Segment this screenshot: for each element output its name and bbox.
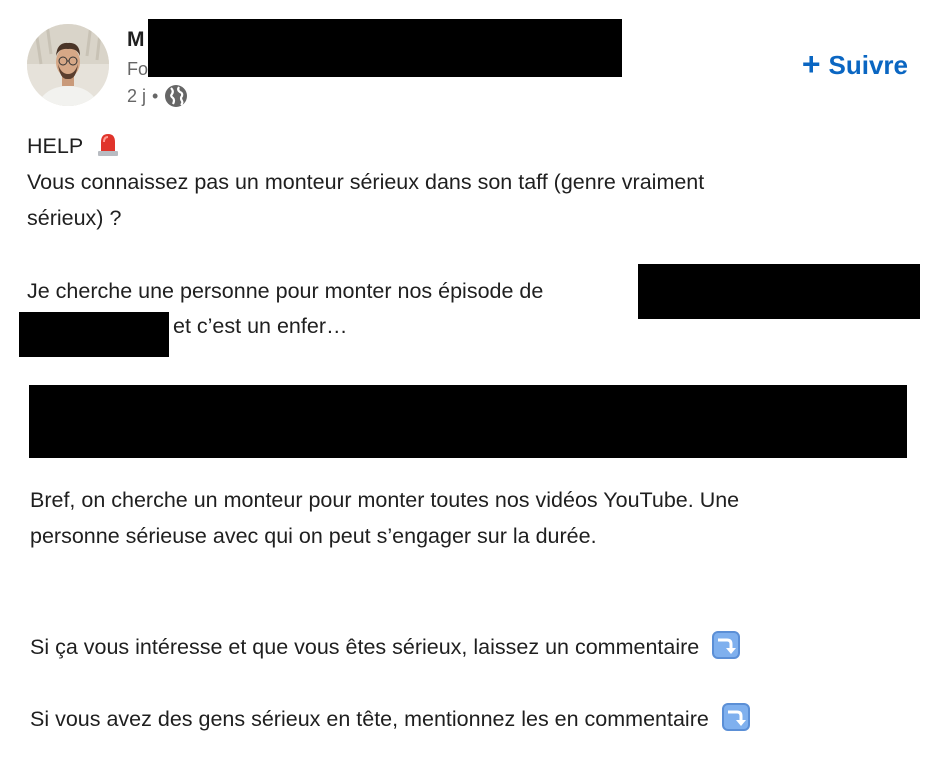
post-age: 2 j [127,85,147,106]
redaction-block [19,312,169,357]
redaction-block [638,264,920,319]
redaction-author [148,19,622,77]
arrow-right-curving-down-icon [721,702,751,732]
post-text: Bref, on cherche un monteur pour monter … [30,488,740,512]
post-line-cta-1: Si ça vous intéresse et que vous êtes sé… [30,630,741,661]
meta-separator: • [152,85,159,106]
follow-button[interactable]: + Suivre [801,46,909,82]
post-text: personne sérieuse avec qui on peut s’eng… [30,524,597,548]
post-line-help: HELP [27,132,119,160]
post-text: Si vous avez des gens sérieux en tête, m… [30,707,709,731]
follow-label: Suivre [828,50,909,80]
avatar-image [27,24,109,106]
redaction-block [29,385,907,458]
author-name[interactable]: M [127,28,145,52]
globe-icon [164,84,188,108]
police-light-icon [97,132,119,156]
author-headline: Fo [127,59,149,79]
author-avatar[interactable] [27,24,109,106]
post-text: HELP [27,134,83,158]
post-text: et c’est un enfer… [173,314,348,338]
post-text: Je cherche une personne pour monter nos … [27,279,544,303]
post-text: Vous connaissez pas un monteur sérieux d… [27,170,705,194]
post-meta: 2 j • [127,84,188,108]
post-text: Si ça vous intéresse et que vous êtes sé… [30,635,700,659]
post-line-cta-2: Si vous avez des gens sérieux en tête, m… [30,702,751,733]
plus-icon: + [801,46,821,82]
arrow-right-curving-down-icon [711,630,741,660]
post-text: sérieux) ? [27,206,122,230]
